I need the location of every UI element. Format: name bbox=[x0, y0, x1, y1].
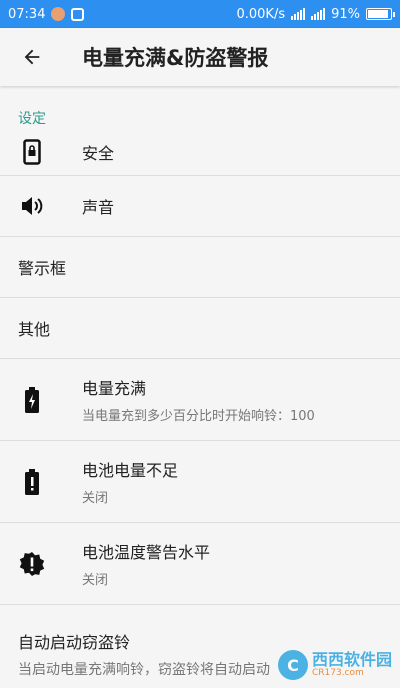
watermark-brand: 西西软件园 bbox=[311, 649, 392, 669]
scan-icon bbox=[71, 7, 85, 21]
battery-alert-icon bbox=[0, 468, 82, 495]
setting-title: 安全 bbox=[82, 143, 115, 163]
setting-battery-temperature[interactable]: 电池温度警告水平 关闭 bbox=[0, 523, 400, 605]
setting-security[interactable]: 安全 bbox=[0, 128, 400, 176]
battery-percent: 91% bbox=[331, 6, 360, 22]
battery-charging-icon bbox=[0, 386, 82, 413]
page-title: 电量充满&防盗警报 bbox=[82, 46, 269, 70]
arrow-left-icon bbox=[24, 49, 40, 65]
setting-title: 其他 bbox=[18, 320, 51, 339]
alert-badge-icon bbox=[0, 551, 82, 577]
app-bar: 电量充满&防盗警报 bbox=[0, 28, 400, 86]
status-bar: 07:34 0.00K/s 91% bbox=[0, 0, 400, 28]
setting-summary: 当启动电量充满响铃，窃盗铃将自动启动 bbox=[18, 662, 270, 678]
watermark-url: CR173.com bbox=[311, 667, 364, 678]
status-time: 07:34 bbox=[8, 6, 46, 22]
phone-lock-icon bbox=[0, 138, 82, 165]
battery-icon bbox=[366, 8, 395, 20]
notification-app-icon bbox=[51, 7, 66, 21]
setting-title: 电池电量不足 bbox=[82, 461, 179, 480]
setting-battery-low[interactable]: 电池电量不足 关闭 bbox=[0, 441, 400, 523]
setting-title: 自动启动窃盗铃 bbox=[18, 633, 131, 652]
setting-title: 声音 bbox=[82, 198, 115, 217]
section-header-settings: 设定 bbox=[18, 111, 46, 127]
setting-alert-box[interactable]: 警示框 bbox=[0, 237, 400, 298]
back-button[interactable] bbox=[0, 28, 64, 86]
setting-battery-full[interactable]: 电量充满 当电量充到多少百分比时开始响铃：100 bbox=[0, 359, 400, 441]
setting-title: 电量充满 bbox=[82, 379, 147, 398]
speaker-icon bbox=[0, 195, 82, 217]
setting-sound[interactable]: 声音 bbox=[0, 176, 400, 237]
setting-summary: 当电量充到多少百分比时开始响铃：100 bbox=[82, 409, 315, 424]
watermark: C 西西软件园 CR173.com bbox=[277, 649, 392, 680]
setting-title: 电池温度警告水平 bbox=[82, 543, 211, 562]
watermark-logo-icon: C bbox=[277, 650, 308, 680]
setting-summary: 关闭 bbox=[82, 491, 109, 506]
signal-icon bbox=[291, 8, 306, 20]
signal-icon-2 bbox=[311, 8, 326, 20]
setting-other[interactable]: 其他 bbox=[0, 298, 400, 359]
setting-summary: 关闭 bbox=[82, 573, 109, 588]
network-speed: 0.00K/s bbox=[236, 6, 286, 22]
setting-title: 警示框 bbox=[18, 259, 67, 278]
